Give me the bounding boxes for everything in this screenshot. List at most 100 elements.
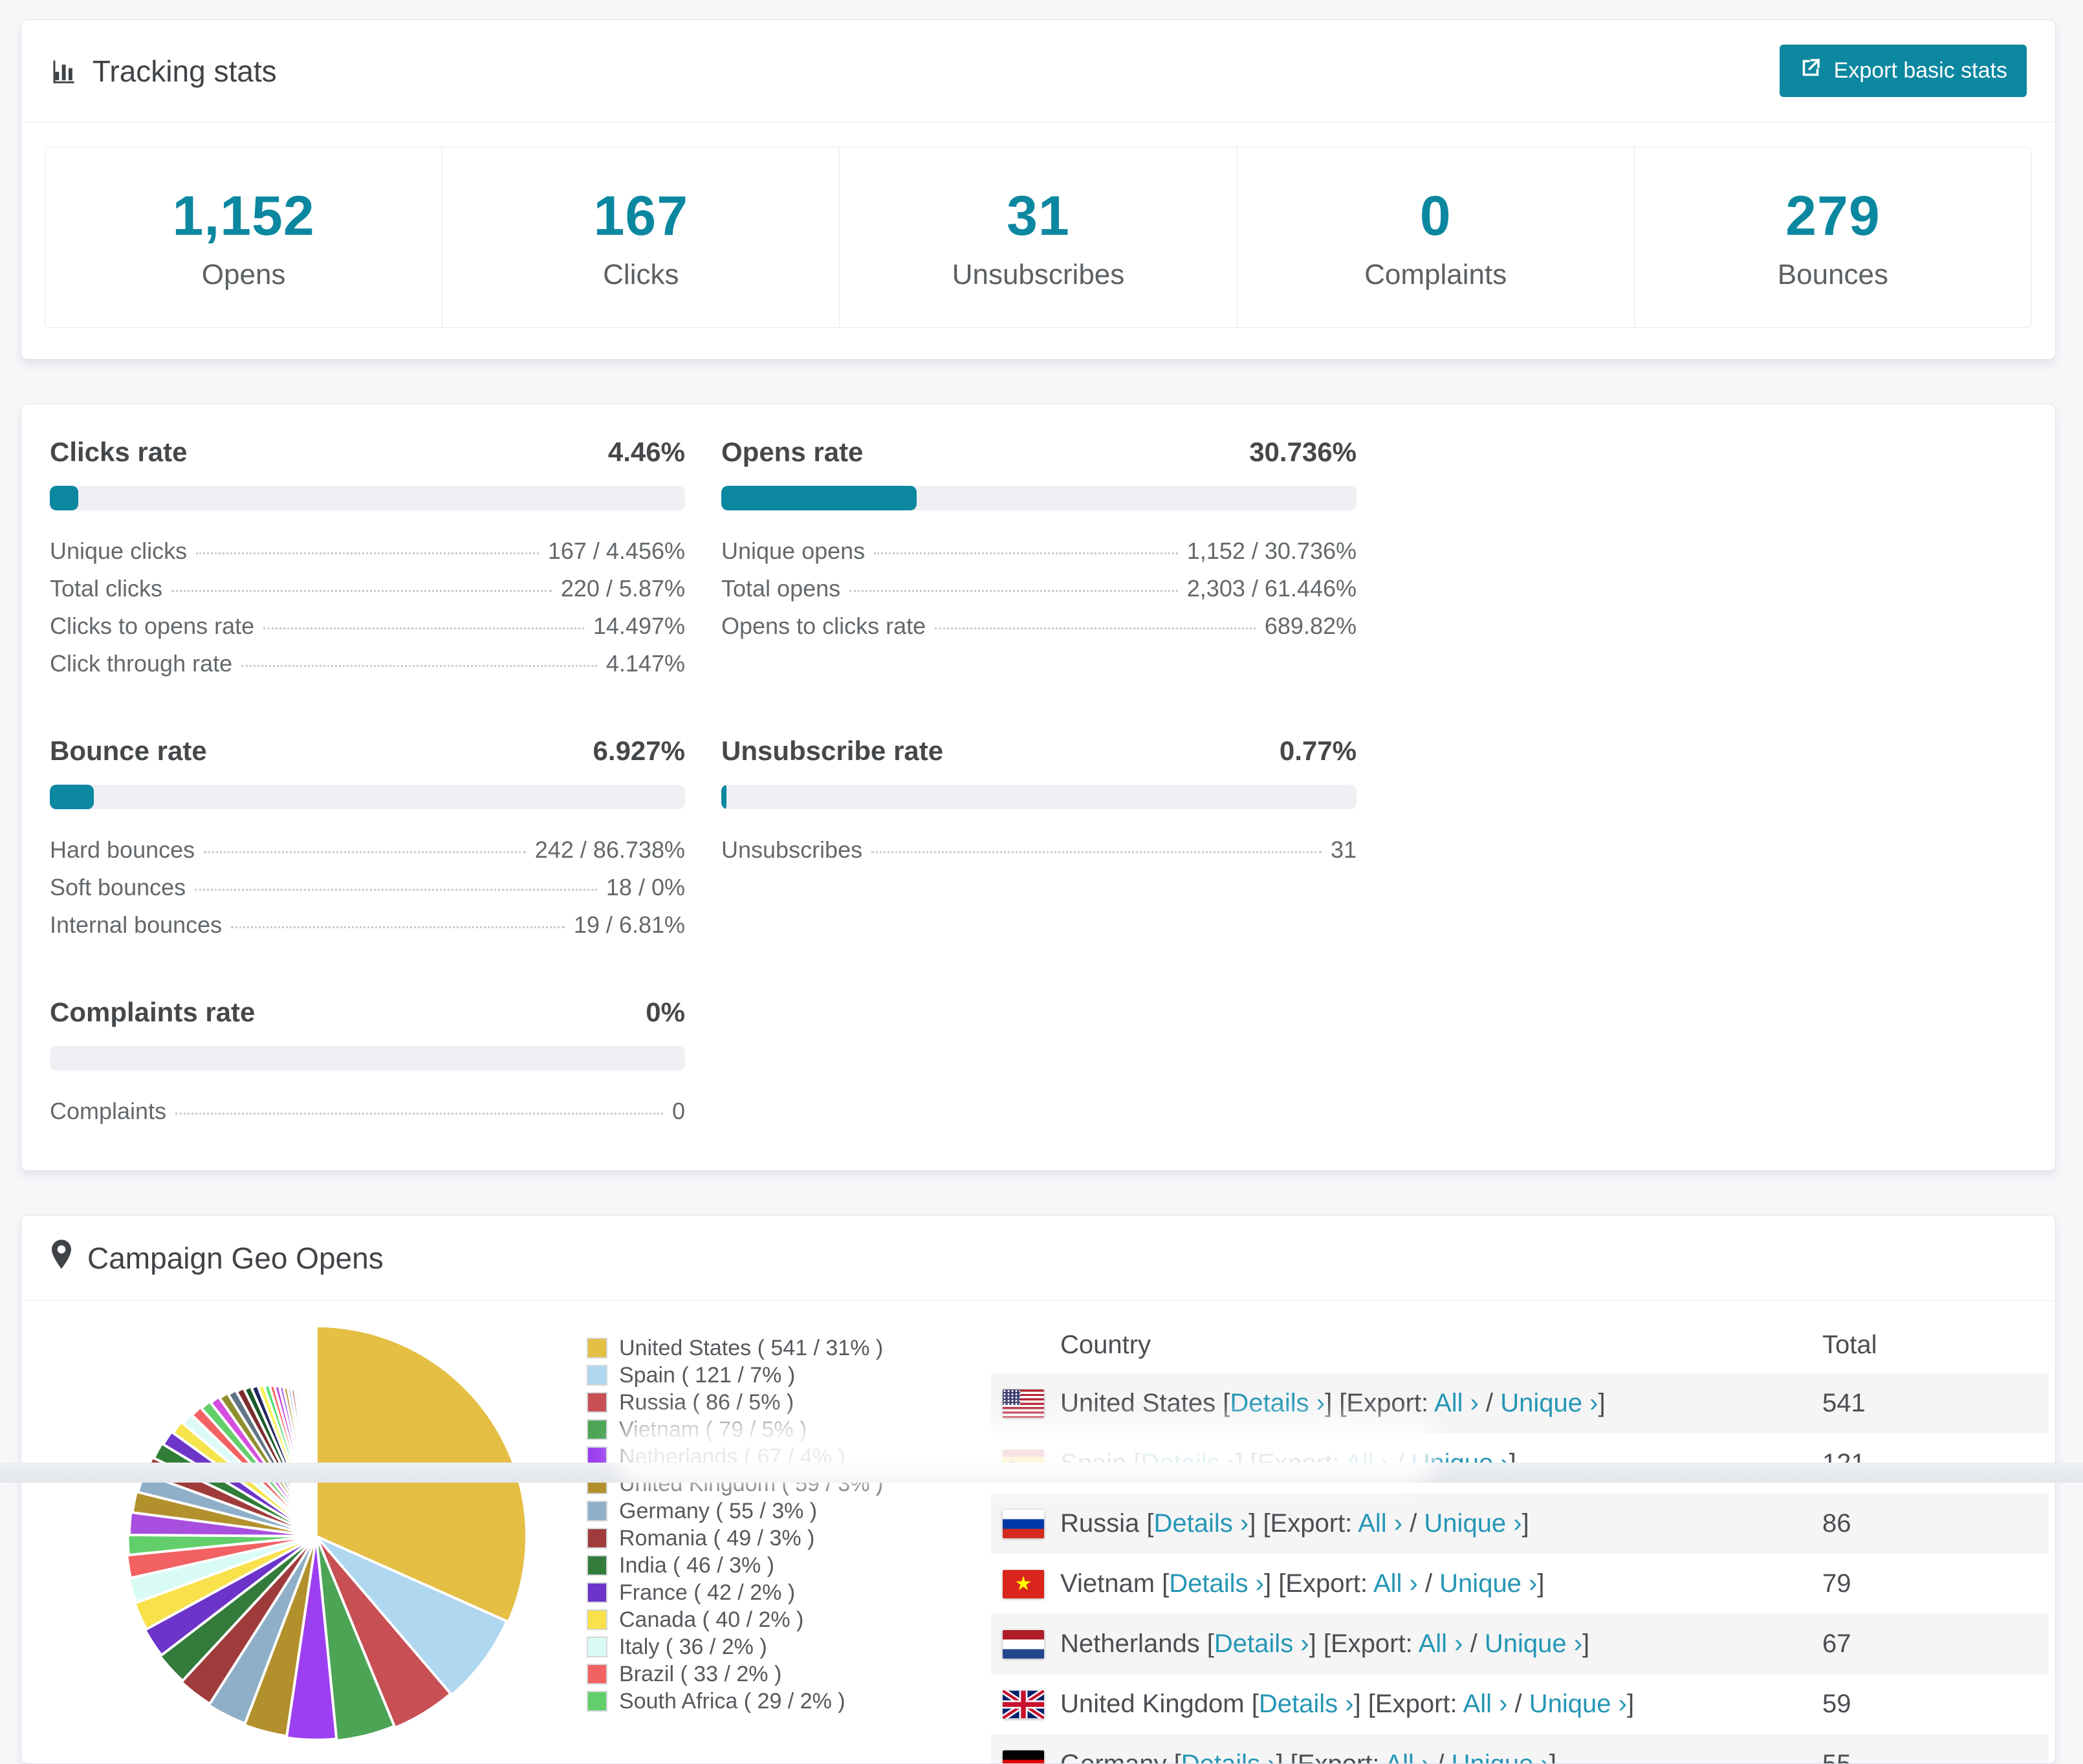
details-link-germany[interactable]: Details › [1181, 1750, 1276, 1764]
country-name: Netherlands [1060, 1629, 1207, 1658]
dotted-leader [171, 590, 552, 592]
rate-value: 6.927% [593, 735, 685, 767]
summary-stat-clicks: 167Clicks [442, 147, 840, 328]
legend-item-canada[interactable]: Canada ( 40 / 2% ) [587, 1606, 913, 1633]
export-unique-link-united-states[interactable]: Unique › [1500, 1389, 1598, 1417]
flag-united-states-icon [1003, 1389, 1044, 1418]
export-all-link-united-states[interactable]: All › [1434, 1389, 1479, 1417]
rate-block-unsubscribe-rate: Unsubscribe rate0.77%Unsubscribes31 [721, 735, 1357, 949]
page-title: Tracking stats [50, 54, 277, 89]
table-row-germany: Germany [Details ›] [Export: All › / Uni… [991, 1734, 2049, 1764]
dotted-leader [849, 590, 1178, 592]
rate-stat-value: 1,152 / 30.736% [1187, 538, 1357, 565]
summary-stat-label: Complaints [1364, 259, 1507, 291]
summary-stat-complaints: 0Complaints [1237, 147, 1635, 328]
export-all-link-germany[interactable]: All › [1385, 1750, 1430, 1764]
legend-item-romania[interactable]: Romania ( 49 / 3% ) [587, 1525, 913, 1552]
export-unique-link-netherlands[interactable]: Unique › [1485, 1629, 1582, 1658]
details-link-netherlands[interactable]: Details › [1214, 1629, 1309, 1658]
legend-item-brazil[interactable]: Brazil ( 33 / 2% ) [587, 1661, 913, 1688]
rate-stat-value: 14.497% [593, 613, 685, 640]
dotted-leader [263, 627, 584, 629]
geo-opens-title: Campaign Geo Opens [87, 1241, 384, 1276]
rate-stat-value: 18 / 0% [606, 874, 685, 901]
flag-russia-icon [1003, 1510, 1044, 1538]
export-icon [1799, 56, 1822, 85]
export-unique-link-united-kingdom[interactable]: Unique › [1529, 1690, 1627, 1718]
legend-label: Romania ( 49 / 3% ) [619, 1526, 814, 1551]
rate-value: 0% [646, 997, 685, 1028]
rate-stat-label: Unique opens [721, 538, 865, 565]
export-all-link-vietnam[interactable]: All › [1373, 1569, 1418, 1598]
legend-swatch [587, 1392, 607, 1413]
country-name: Russia [1060, 1509, 1146, 1538]
legend-item-germany[interactable]: Germany ( 55 / 3% ) [587, 1497, 913, 1525]
dashboard-page: Tracking stats Export basic stats 1,152O… [21, 19, 2056, 1764]
rate-stat-row-total-opens: Total opens2,303 / 61.446% [721, 575, 1357, 613]
legend-item-france[interactable]: France ( 42 / 2% ) [587, 1579, 913, 1606]
export-basic-stats-button[interactable]: Export basic stats [1780, 45, 2027, 97]
legend-swatch [587, 1555, 607, 1576]
details-link-russia[interactable]: Details › [1154, 1509, 1249, 1538]
column-header-country: Country [1060, 1331, 1822, 1360]
geo-pie-legend: United States ( 541 / 31% )Spain ( 121 /… [587, 1334, 913, 1764]
rate-stat-row-clicks-to-opens-rate: Clicks to opens rate14.497% [50, 613, 685, 650]
flag-germany-icon [1003, 1750, 1044, 1764]
legend-item-south-africa[interactable]: South Africa ( 29 / 2% ) [587, 1688, 913, 1715]
dotted-leader [175, 1113, 663, 1115]
summary-stat-bounces: 279Bounces [1634, 147, 2032, 328]
export-unique-link-russia[interactable]: Unique › [1424, 1509, 1521, 1538]
rate-stat-label: Total opens [721, 575, 840, 602]
legend-item-italy[interactable]: Italy ( 36 / 2% ) [587, 1633, 913, 1661]
legend-item-russia[interactable]: Russia ( 86 / 5% ) [587, 1389, 913, 1416]
dotted-leader [874, 552, 1178, 554]
rate-stat-value: 31 [1331, 836, 1357, 864]
details-link-vietnam[interactable]: Details › [1169, 1569, 1264, 1598]
details-link-united-kingdom[interactable]: Details › [1259, 1690, 1354, 1718]
legend-item-spain[interactable]: Spain ( 121 / 7% ) [587, 1362, 913, 1389]
rate-stat-label: Unique clicks [50, 538, 187, 565]
country-total: 67 [1822, 1629, 2049, 1659]
page-title-label: Tracking stats [93, 54, 277, 89]
tracking-stats-card: Tracking stats Export basic stats 1,152O… [21, 19, 2056, 360]
rate-stat-row-unique-clicks: Unique clicks 167 / 4.456% [50, 538, 685, 575]
country-total: 79 [1822, 1569, 2049, 1598]
table-row-netherlands: Netherlands [Details ›] [Export: All › /… [991, 1614, 2049, 1674]
rate-progress-fill [50, 785, 94, 809]
geo-pie-chart [103, 1323, 530, 1750]
rate-value: 30.736% [1249, 437, 1357, 468]
rate-stat-label: Opens to clicks rate [721, 613, 926, 640]
details-link-united-states[interactable]: Details › [1230, 1389, 1325, 1417]
flag-netherlands-icon [1003, 1630, 1044, 1659]
legend-item-united-states[interactable]: United States ( 541 / 31% ) [587, 1334, 913, 1362]
export-unique-link-vietnam[interactable]: Unique › [1439, 1569, 1537, 1598]
dotted-leader [241, 665, 597, 667]
summary-stat-unsubscribes: 31Unsubscribes [839, 147, 1237, 328]
export-all-link-netherlands[interactable]: All › [1419, 1629, 1463, 1658]
export-unique-link-germany[interactable]: Unique › [1452, 1750, 1549, 1764]
table-row-vietnam: Vietnam [Details ›] [Export: All › / Uni… [991, 1554, 2049, 1614]
legend-swatch [587, 1609, 607, 1630]
geo-opens-header: Campaign Geo Opens [21, 1215, 2055, 1301]
rate-stat-row-hard-bounces: Hard bounces242 / 86.738% [50, 836, 685, 874]
legend-label: Italy ( 36 / 2% ) [619, 1635, 767, 1660]
rate-stat-label: Internal bounces [50, 911, 222, 939]
rate-block-complaints-rate: Complaints rate0%Complaints0 [50, 997, 685, 1135]
geo-country-table: CountryTotalUnited States [Details ›] [E… [991, 1316, 2049, 1764]
export-all-link-united-kingdom[interactable]: All › [1463, 1690, 1508, 1718]
legend-item-india[interactable]: India ( 46 / 3% ) [587, 1552, 913, 1579]
legend-label: France ( 42 / 2% ) [619, 1580, 795, 1606]
rate-stat-value: 167 / 4.456% [548, 538, 685, 565]
legend-swatch [587, 1637, 607, 1657]
export-all-link-russia[interactable]: All › [1358, 1509, 1402, 1538]
legend-label: Canada ( 40 / 2% ) [619, 1607, 803, 1633]
geo-opens-body: United States ( 541 / 31% )Spain ( 121 /… [21, 1301, 2055, 1764]
legend-swatch [587, 1338, 607, 1358]
rate-stat-value: 689.82% [1265, 613, 1357, 640]
rate-stat-row-internal-bounces: Internal bounces19 / 6.81% [50, 911, 685, 949]
export-button-label: Export basic stats [1834, 58, 2007, 83]
country-name: Germany [1060, 1750, 1174, 1764]
rate-progress-fill [50, 486, 78, 510]
legend-swatch [587, 1501, 607, 1521]
rate-progress-fill [721, 486, 917, 510]
